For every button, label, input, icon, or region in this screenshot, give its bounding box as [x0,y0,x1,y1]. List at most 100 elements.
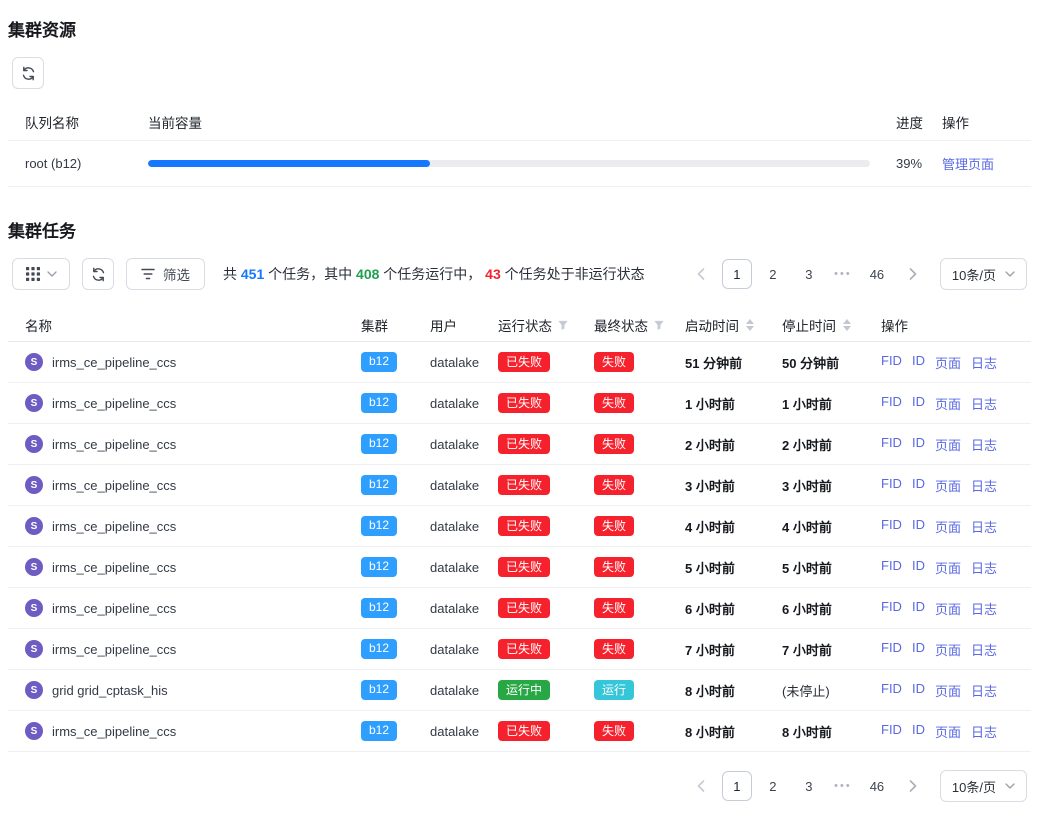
action-fid-link[interactable]: FID [881,476,902,495]
pagination-page-3[interactable]: 3 [794,259,824,289]
table-row: S irms_ce_pipeline_ccs b12 datalake 已失败 … [8,424,1031,465]
action-log-link[interactable]: 日志 [971,394,997,413]
task-name: grid grid_cptask_his [52,683,168,698]
page-size-select[interactable]: 10条/页 [940,770,1027,802]
pagination-page-3[interactable]: 3 [794,771,824,801]
spark-avatar-icon: S [25,558,43,576]
summary-text: 个任务，其中 [264,266,356,282]
cluster-tag: b12 [361,721,397,740]
grid-icon [26,267,40,281]
pagination-next-button[interactable] [898,259,928,289]
spark-avatar-icon: S [25,476,43,494]
action-log-link[interactable]: 日志 [971,558,997,577]
action-page-link[interactable]: 页面 [935,517,961,536]
page-size-select[interactable]: 10条/页 [940,258,1027,290]
action-id-link[interactable]: ID [912,476,925,495]
start-time: 4 小时前 [685,517,782,536]
action-id-link[interactable]: ID [912,640,925,659]
action-fid-link[interactable]: FID [881,640,902,659]
action-log-link[interactable]: 日志 [971,681,997,700]
tasks-table-body: S irms_ce_pipeline_ccs b12 datalake 已失败 … [8,342,1031,752]
action-log-link[interactable]: 日志 [971,599,997,618]
cluster-tag: b12 [361,516,397,535]
action-id-link[interactable]: ID [912,435,925,454]
filter-funnel-icon[interactable] [557,319,569,331]
capacity-cell [148,160,896,167]
table-row: S irms_ce_pipeline_ccs b12 datalake 已失败 … [8,629,1031,670]
action-page-link[interactable]: 页面 [935,353,961,372]
pagination-ellipsis[interactable]: ••• [830,268,856,280]
action-page-link[interactable]: 页面 [935,640,961,659]
action-fid-link[interactable]: FID [881,722,902,741]
queue-progress-bar [148,160,870,167]
tasks-refresh-button[interactable] [82,258,114,290]
col-run-status: 运行状态 [498,315,594,335]
task-name: irms_ce_pipeline_ccs [52,478,176,493]
action-log-link[interactable]: 日志 [971,353,997,372]
sort-icon[interactable] [746,319,754,331]
run-status-badge: 已失败 [498,475,550,495]
spark-avatar-icon: S [25,599,43,617]
pagination-page-1[interactable]: 1 [722,771,752,801]
sort-icon[interactable] [843,319,851,331]
pagination-page-2[interactable]: 2 [758,771,788,801]
summary-running-count: 408 [356,266,379,282]
row-actions: FID ID 页面 日志 [881,558,1014,577]
cluster-tag: b12 [361,434,397,453]
row-actions: FID ID 页面 日志 [881,476,1014,495]
action-page-link[interactable]: 页面 [935,394,961,413]
pagination-page-1[interactable]: 1 [722,259,752,289]
action-fid-link[interactable]: FID [881,681,902,700]
action-id-link[interactable]: ID [912,722,925,741]
manage-page-link[interactable]: 管理页面 [942,157,994,172]
action-log-link[interactable]: 日志 [971,476,997,495]
action-page-link[interactable]: 页面 [935,722,961,741]
action-fid-link[interactable]: FID [881,599,902,618]
task-name: irms_ce_pipeline_ccs [52,601,176,616]
action-fid-link[interactable]: FID [881,353,902,372]
row-actions: FID ID 页面 日志 [881,640,1014,659]
pagination-ellipsis[interactable]: ••• [830,780,856,792]
action-log-link[interactable]: 日志 [971,435,997,454]
action-id-link[interactable]: ID [912,517,925,536]
action-log-link[interactable]: 日志 [971,722,997,741]
tasks-table-header: 名称 集群 用户 运行状态 最终状态 启动时间 停止时间 [8,308,1031,342]
cluster-tag: b12 [361,639,397,658]
pagination-next-button[interactable] [898,771,928,801]
start-time: 1 小时前 [685,394,782,413]
task-user: datalake [430,478,498,493]
spark-avatar-icon: S [25,640,43,658]
pagination-prev-button[interactable] [686,771,716,801]
action-page-link[interactable]: 页面 [935,599,961,618]
action-page-link[interactable]: 页面 [935,558,961,577]
pagination-prev-button[interactable] [686,259,716,289]
filter-funnel-icon[interactable] [653,319,665,331]
action-page-link[interactable]: 页面 [935,435,961,454]
pagination-page-last[interactable]: 46 [862,771,892,801]
column-settings-button[interactable] [12,258,70,290]
run-status-badge: 运行中 [498,680,550,700]
queue-name: root (b12) [25,156,148,171]
queue-progress-value: 39% [896,156,942,171]
chevron-down-icon [1005,783,1015,789]
action-id-link[interactable]: ID [912,394,925,413]
filter-button[interactable]: 筛选 [126,258,205,290]
action-log-link[interactable]: 日志 [971,517,997,536]
page: 集群资源 队列名称 当前容量 进度 操作 root (b12) 39% [0,0,1039,824]
action-fid-link[interactable]: FID [881,517,902,536]
resources-refresh-button[interactable] [12,57,44,89]
task-user: datalake [430,683,498,698]
action-id-link[interactable]: ID [912,558,925,577]
task-name-cell: S grid grid_cptask_his [25,681,361,699]
pagination-page-last[interactable]: 46 [862,259,892,289]
action-id-link[interactable]: ID [912,599,925,618]
action-id-link[interactable]: ID [912,353,925,372]
action-fid-link[interactable]: FID [881,394,902,413]
action-fid-link[interactable]: FID [881,435,902,454]
action-log-link[interactable]: 日志 [971,640,997,659]
action-page-link[interactable]: 页面 [935,476,961,495]
action-page-link[interactable]: 页面 [935,681,961,700]
action-fid-link[interactable]: FID [881,558,902,577]
pagination-page-2[interactable]: 2 [758,259,788,289]
action-id-link[interactable]: ID [912,681,925,700]
